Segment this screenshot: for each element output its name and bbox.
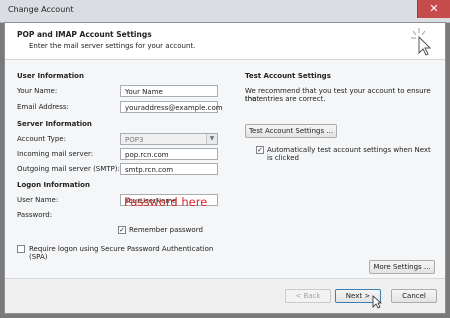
email-label: Email Address: <box>17 103 69 111</box>
test-account-settings-button[interactable]: Test Account Settings ... <box>245 124 337 138</box>
account-type-select[interactable]: POP3 ▼ <box>120 133 218 145</box>
incoming-server-field[interactable]: pop.rcn.com <box>120 148 218 160</box>
incoming-server-label: Incoming mail server: <box>17 150 94 158</box>
spa-checkbox[interactable] <box>17 245 25 253</box>
dialog-header: POP and IMAP Account Settings Enter the … <box>5 23 445 60</box>
cursor-sparkle-icon <box>411 28 432 56</box>
test-desc-line2: the entries are correct. <box>245 95 326 103</box>
server-info-heading: Server Information <box>17 120 92 128</box>
password-field[interactable] <box>120 209 218 222</box>
auto-test-checkbox[interactable]: ✓ <box>256 146 264 154</box>
user-name-label: User Name: <box>17 196 59 204</box>
close-button[interactable]: ✕ <box>417 0 450 18</box>
remember-password-checkbox[interactable]: ✓ <box>118 226 126 234</box>
chevron-down-icon: ▼ <box>206 134 217 144</box>
background-window: Change Account ✕ POP and IMAP Account Se… <box>0 0 450 318</box>
more-settings-button[interactable]: More Settings ... <box>369 260 435 274</box>
cancel-button[interactable]: Cancel <box>391 289 437 303</box>
password-label: Password: <box>17 211 53 219</box>
change-account-dialog: POP and IMAP Account Settings Enter the … <box>4 22 446 314</box>
email-field[interactable]: youraddress@example.com <box>120 101 223 113</box>
header-subtitle: Enter the mail server settings for your … <box>29 42 196 50</box>
mouse-cursor-icon <box>372 295 382 309</box>
user-info-heading: User Information <box>17 72 84 80</box>
account-type-value: POP3 <box>125 136 144 144</box>
back-button[interactable]: < Back <box>285 289 331 303</box>
your-name-label: Your Name: <box>17 87 58 95</box>
test-settings-heading: Test Account Settings <box>245 72 331 80</box>
password-annotation: Password here <box>124 195 208 209</box>
window-title: Change Account <box>8 5 74 14</box>
dialog-footer: < Back Next > Cancel <box>5 279 445 313</box>
account-type-label: Account Type: <box>17 135 66 143</box>
outgoing-server-field[interactable]: smtp.rcn.com <box>120 163 218 175</box>
title-bar: Change Account ✕ <box>0 0 450 23</box>
spa-label-line2: (SPA) <box>29 253 48 261</box>
logon-info-heading: Logon Information <box>17 181 90 189</box>
auto-test-label-line2: is clicked <box>267 154 299 162</box>
header-title: POP and IMAP Account Settings <box>17 30 152 39</box>
outgoing-server-label: Outgoing mail server (SMTP): <box>17 165 120 173</box>
spa-label-line1: Require logon using Secure Password Auth… <box>29 245 214 253</box>
auto-test-label-line1: Automatically test account settings when… <box>267 146 431 154</box>
remember-password-label: Remember password <box>129 226 203 234</box>
dialog-body: User Information Your Name: Your Name Em… <box>5 60 445 278</box>
your-name-field[interactable]: Your Name <box>120 85 218 97</box>
